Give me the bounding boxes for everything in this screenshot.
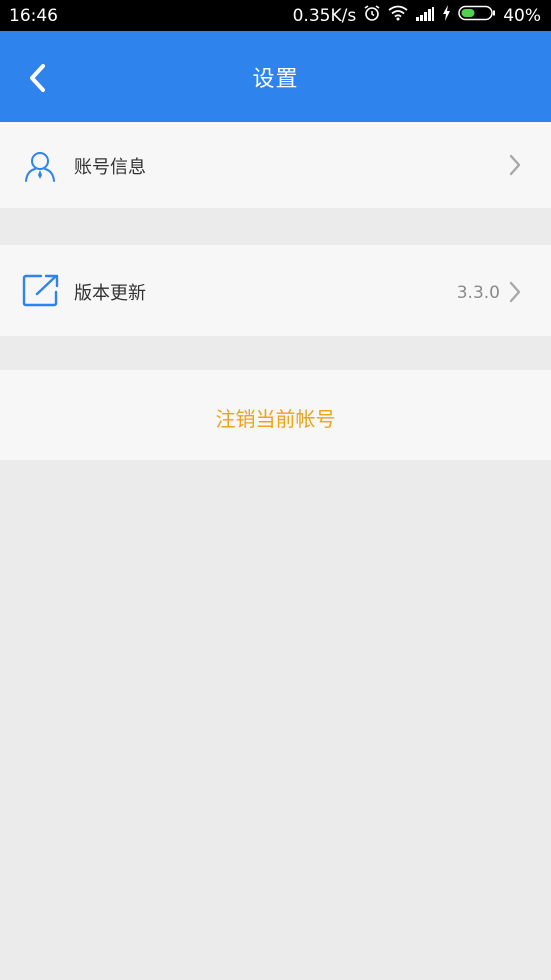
chevron-right-icon (508, 154, 522, 180)
account-info-label: 账号信息 (74, 157, 146, 178)
status-time: 16:46 (9, 5, 58, 26)
version-number: 3.3.0 (456, 283, 500, 303)
charging-icon (442, 5, 451, 26)
user-icon (22, 150, 58, 188)
status-right: 0.35K/s 40% (293, 4, 541, 27)
status-bar: 16:46 0.35K/s 40% (0, 0, 551, 31)
page-title: 设置 (252, 67, 299, 92)
battery-icon (458, 5, 496, 26)
signal-icon (415, 6, 435, 26)
external-link-icon (22, 273, 60, 311)
wifi-icon (388, 5, 408, 26)
battery-level: 40% (503, 5, 541, 26)
logout-row[interactable]: 注销当前帐号 (0, 370, 551, 460)
alarm-icon (363, 4, 381, 27)
version-update-label: 版本更新 (74, 283, 146, 304)
logout-button[interactable]: 注销当前帐号 (0, 403, 551, 432)
account-info-row[interactable]: 账号信息 (0, 122, 551, 208)
version-update-row[interactable]: 版本更新 3.3.0 (0, 245, 551, 336)
network-speed: 0.35K/s (292, 5, 357, 26)
app-bar: 设置 (0, 31, 551, 122)
chevron-right-icon (508, 281, 522, 307)
